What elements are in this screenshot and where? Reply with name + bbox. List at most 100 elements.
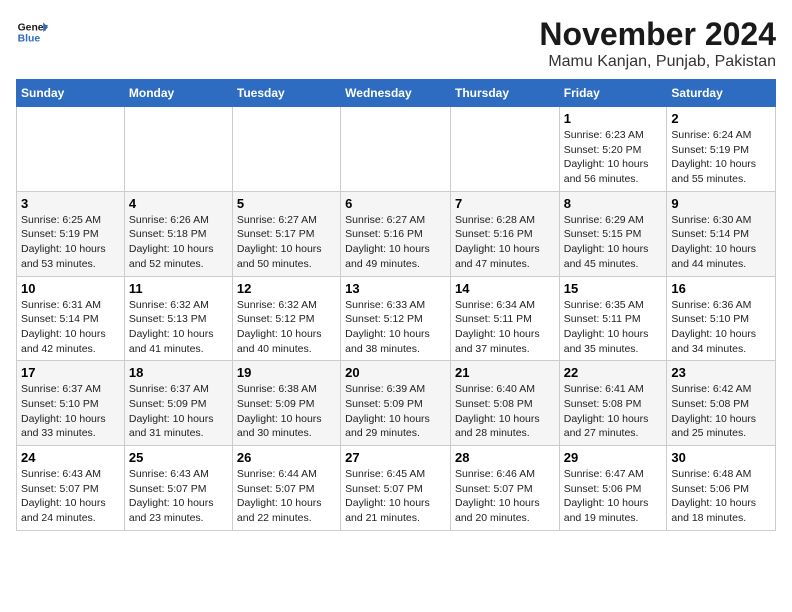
day-number: 18 <box>129 365 228 380</box>
calendar-cell: 14 Sunrise: 6:34 AM Sunset: 5:11 PM Dayli… <box>450 276 559 361</box>
day-number: 28 <box>455 450 555 465</box>
day-number: 7 <box>455 196 555 211</box>
calendar-cell: 7 Sunrise: 6:28 AM Sunset: 5:16 PM Daylig… <box>450 191 559 276</box>
week-row-2: 3 Sunrise: 6:25 AM Sunset: 5:19 PM Daylig… <box>17 191 776 276</box>
week-row-1: 1 Sunrise: 6:23 AM Sunset: 5:20 PM Daylig… <box>17 107 776 192</box>
header: General Blue November 2024 Mamu Kanjan, … <box>16 16 776 71</box>
day-number: 24 <box>21 450 120 465</box>
calendar-cell: 18 Sunrise: 6:37 AM Sunset: 5:09 PM Dayli… <box>124 361 232 446</box>
day-info: Sunrise: 6:36 AM Sunset: 5:10 PM Dayligh… <box>671 298 771 357</box>
calendar-cell: 20 Sunrise: 6:39 AM Sunset: 5:09 PM Dayli… <box>341 361 451 446</box>
day-number: 21 <box>455 365 555 380</box>
calendar-cell: 23 Sunrise: 6:42 AM Sunset: 5:08 PM Dayli… <box>667 361 776 446</box>
day-info: Sunrise: 6:23 AM Sunset: 5:20 PM Dayligh… <box>564 128 663 187</box>
calendar-cell: 28 Sunrise: 6:46 AM Sunset: 5:07 PM Dayli… <box>450 446 559 531</box>
weekday-header-wednesday: Wednesday <box>341 80 451 107</box>
day-number: 23 <box>671 365 771 380</box>
day-number: 5 <box>237 196 336 211</box>
day-info: Sunrise: 6:41 AM Sunset: 5:08 PM Dayligh… <box>564 382 663 441</box>
title-area: November 2024 Mamu Kanjan, Punjab, Pakis… <box>539 16 776 71</box>
day-number: 12 <box>237 281 336 296</box>
day-number: 11 <box>129 281 228 296</box>
day-number: 4 <box>129 196 228 211</box>
day-number: 30 <box>671 450 771 465</box>
day-info: Sunrise: 6:30 AM Sunset: 5:14 PM Dayligh… <box>671 213 771 272</box>
day-info: Sunrise: 6:37 AM Sunset: 5:10 PM Dayligh… <box>21 382 120 441</box>
day-info: Sunrise: 6:24 AM Sunset: 5:19 PM Dayligh… <box>671 128 771 187</box>
day-number: 27 <box>345 450 446 465</box>
logo: General Blue <box>16 16 48 48</box>
calendar-cell: 24Sunrise: 6:43 AM Sunset: 5:07 PM Dayli… <box>17 446 125 531</box>
week-row-5: 24Sunrise: 6:43 AM Sunset: 5:07 PM Dayli… <box>17 446 776 531</box>
day-number: 17 <box>21 365 120 380</box>
weekday-header-row: SundayMondayTuesdayWednesdayThursdayFrid… <box>17 80 776 107</box>
day-number: 29 <box>564 450 663 465</box>
calendar-cell: 12Sunrise: 6:32 AM Sunset: 5:12 PM Dayli… <box>232 276 340 361</box>
day-info: Sunrise: 6:27 AM Sunset: 5:16 PM Dayligh… <box>345 213 446 272</box>
day-number: 8 <box>564 196 663 211</box>
calendar-cell: 21 Sunrise: 6:40 AM Sunset: 5:08 PM Dayli… <box>450 361 559 446</box>
calendar-cell <box>232 107 340 192</box>
day-info: Sunrise: 6:34 AM Sunset: 5:11 PM Dayligh… <box>455 298 555 357</box>
weekday-header-tuesday: Tuesday <box>232 80 340 107</box>
day-info: Sunrise: 6:26 AM Sunset: 5:18 PM Dayligh… <box>129 213 228 272</box>
day-number: 2 <box>671 111 771 126</box>
day-number: 10 <box>21 281 120 296</box>
day-info: Sunrise: 6:35 AM Sunset: 5:11 PM Dayligh… <box>564 298 663 357</box>
calendar-cell: 4 Sunrise: 6:26 AM Sunset: 5:18 PM Daylig… <box>124 191 232 276</box>
calendar-cell: 1 Sunrise: 6:23 AM Sunset: 5:20 PM Daylig… <box>559 107 667 192</box>
weekday-header-sunday: Sunday <box>17 80 125 107</box>
day-number: 14 <box>455 281 555 296</box>
day-number: 20 <box>345 365 446 380</box>
calendar-cell: 27Sunrise: 6:45 AM Sunset: 5:07 PM Dayli… <box>341 446 451 531</box>
calendar-cell: 13Sunrise: 6:33 AM Sunset: 5:12 PM Dayli… <box>341 276 451 361</box>
calendar-cell: 15Sunrise: 6:35 AM Sunset: 5:11 PM Dayli… <box>559 276 667 361</box>
calendar-cell <box>341 107 451 192</box>
calendar-cell <box>17 107 125 192</box>
day-number: 1 <box>564 111 663 126</box>
calendar-cell: 16Sunrise: 6:36 AM Sunset: 5:10 PM Dayli… <box>667 276 776 361</box>
day-info: Sunrise: 6:25 AM Sunset: 5:19 PM Dayligh… <box>21 213 120 272</box>
day-info: Sunrise: 6:27 AM Sunset: 5:17 PM Dayligh… <box>237 213 336 272</box>
day-info: Sunrise: 6:37 AM Sunset: 5:09 PM Dayligh… <box>129 382 228 441</box>
weekday-header-saturday: Saturday <box>667 80 776 107</box>
weekday-header-friday: Friday <box>559 80 667 107</box>
day-info: Sunrise: 6:46 AM Sunset: 5:07 PM Dayligh… <box>455 467 555 526</box>
day-number: 25 <box>129 450 228 465</box>
calendar-cell: 3 Sunrise: 6:25 AM Sunset: 5:19 PM Daylig… <box>17 191 125 276</box>
day-info: Sunrise: 6:44 AM Sunset: 5:07 PM Dayligh… <box>237 467 336 526</box>
calendar-cell: 10 Sunrise: 6:31 AM Sunset: 5:14 PM Dayli… <box>17 276 125 361</box>
calendar-cell: 22 Sunrise: 6:41 AM Sunset: 5:08 PM Dayli… <box>559 361 667 446</box>
day-info: Sunrise: 6:39 AM Sunset: 5:09 PM Dayligh… <box>345 382 446 441</box>
day-number: 9 <box>671 196 771 211</box>
day-info: Sunrise: 6:42 AM Sunset: 5:08 PM Dayligh… <box>671 382 771 441</box>
calendar-cell: 5 Sunrise: 6:27 AM Sunset: 5:17 PM Daylig… <box>232 191 340 276</box>
week-row-4: 17 Sunrise: 6:37 AM Sunset: 5:10 PM Dayli… <box>17 361 776 446</box>
calendar-cell <box>450 107 559 192</box>
weekday-header-thursday: Thursday <box>450 80 559 107</box>
day-number: 26 <box>237 450 336 465</box>
calendar-cell: 8 Sunrise: 6:29 AM Sunset: 5:15 PM Daylig… <box>559 191 667 276</box>
calendar-cell: 6 Sunrise: 6:27 AM Sunset: 5:16 PM Daylig… <box>341 191 451 276</box>
calendar-cell: 26 Sunrise: 6:44 AM Sunset: 5:07 PM Dayli… <box>232 446 340 531</box>
day-info: Sunrise: 6:40 AM Sunset: 5:08 PM Dayligh… <box>455 382 555 441</box>
day-number: 3 <box>21 196 120 211</box>
calendar-cell: 19Sunrise: 6:38 AM Sunset: 5:09 PM Dayli… <box>232 361 340 446</box>
calendar-cell: 17 Sunrise: 6:37 AM Sunset: 5:10 PM Dayli… <box>17 361 125 446</box>
day-number: 6 <box>345 196 446 211</box>
day-info: Sunrise: 6:29 AM Sunset: 5:15 PM Dayligh… <box>564 213 663 272</box>
month-title: November 2024 <box>539 16 776 53</box>
day-info: Sunrise: 6:31 AM Sunset: 5:14 PM Dayligh… <box>21 298 120 357</box>
day-number: 19 <box>237 365 336 380</box>
weekday-header-monday: Monday <box>124 80 232 107</box>
day-info: Sunrise: 6:28 AM Sunset: 5:16 PM Dayligh… <box>455 213 555 272</box>
location-title: Mamu Kanjan, Punjab, Pakistan <box>539 53 776 71</box>
logo-icon: General Blue <box>16 16 48 48</box>
day-info: Sunrise: 6:47 AM Sunset: 5:06 PM Dayligh… <box>564 467 663 526</box>
calendar-cell: 25Sunrise: 6:43 AM Sunset: 5:07 PM Dayli… <box>124 446 232 531</box>
week-row-3: 10 Sunrise: 6:31 AM Sunset: 5:14 PM Dayli… <box>17 276 776 361</box>
svg-text:Blue: Blue <box>18 34 41 45</box>
day-number: 22 <box>564 365 663 380</box>
calendar-cell: 2 Sunrise: 6:24 AM Sunset: 5:19 PM Daylig… <box>667 107 776 192</box>
day-info: Sunrise: 6:32 AM Sunset: 5:13 PM Dayligh… <box>129 298 228 357</box>
